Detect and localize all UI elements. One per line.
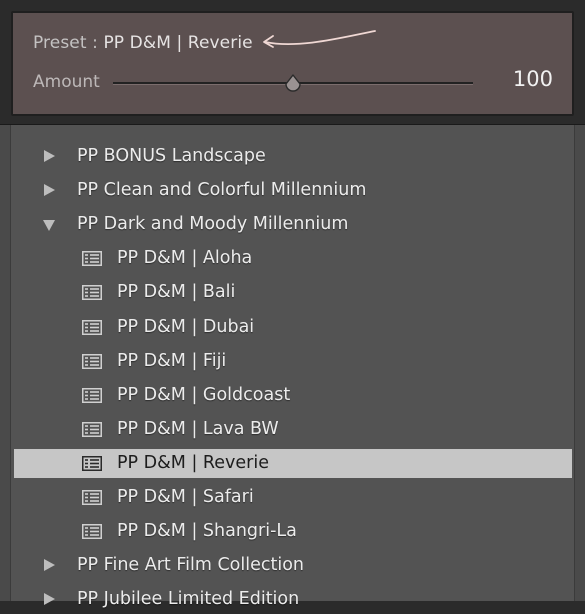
preset-list-icon [82,251,102,267]
tree-preset-label: PP D&M | Lava BW [117,418,279,439]
amount-value[interactable]: 100 [513,67,553,91]
preset-line: Preset : PP D&M | Reverie [33,33,253,53]
triangle-right-icon[interactable] [44,184,55,197]
preset-list-icon [82,421,102,437]
triangle-right-icon[interactable] [44,150,55,162]
tree-folder-row[interactable]: PP Clean and Colorful Millennium [14,176,572,205]
preset-list-icon [82,285,102,301]
tree-preset-label: PP D&M | Safari [117,487,254,507]
tree-folder-row[interactable]: PP Fine Art Film Collection [14,551,572,580]
triangle-right-icon[interactable] [44,559,55,572]
preset-list-icon [82,455,102,471]
triangle-down-icon[interactable] [43,220,55,232]
tree-preset-label: PP D&M | Dubai [117,316,255,337]
tree-folder-label: PP Clean and Colorful Millennium [77,180,367,201]
preset-tree-panel: PP BONUS Landscape PP Clean and Colorful … [0,124,585,609]
tree-folder-row[interactable]: PP Dark and Moody Millennium [14,210,572,239]
triangle-right-icon[interactable] [44,593,55,606]
tree-preset-row[interactable]: PP D&M | Goldcoast [14,381,572,410]
amount-label: Amount [33,72,100,92]
preset-name: PP D&M | Reverie [103,33,253,53]
tree-folder-label: PP Fine Art Film Collection [77,555,305,576]
tree-preset-label: PP D&M | Fiji [117,350,227,371]
tree-folder-label: PP Jubilee Limited Edition [77,589,300,610]
tree-preset-label: PP D&M | Goldcoast [117,384,291,405]
tree-preset-row[interactable]: PP D&M | Dubai [14,313,572,342]
tree-folder-label: PP Dark and Moody Millennium [77,214,349,235]
tree-preset-label: PP D&M | Bali [117,282,236,303]
tree-preset-row[interactable]: PP D&M | Bali [14,278,572,307]
preset-list-icon [82,319,102,335]
tree-preset-label: PP D&M | Aloha [117,248,253,269]
preset-panel: Preset : PP D&M | Reverie Amount 100 [11,11,574,116]
tree-preset-row[interactable]: PP D&M | Fiji [14,347,572,376]
preset-list-icon [82,524,102,540]
preset-list-icon [82,353,102,369]
preset-list-icon [82,490,102,505]
tree-preset-label: PP D&M | Shangri-La [117,521,297,542]
amount-slider-thumb[interactable] [283,73,303,93]
tree-folder-row[interactable]: PP BONUS Landscape [14,142,572,171]
preset-prefix: Preset : [33,33,104,53]
tree-preset-row[interactable]: PP D&M | Safari [14,483,572,512]
tree-preset-row[interactable]: PP D&M | Lava BW [14,415,572,444]
tree-folder-label: PP BONUS Landscape [77,146,266,166]
preset-list-icon [82,387,102,403]
curved-arrow-icon [263,30,376,48]
tree-preset-label: PP D&M | Reverie [117,452,269,473]
tree-preset-row[interactable]: PP D&M | Reverie [14,448,572,478]
tree-preset-row[interactable]: PP D&M | Shangri-La [14,517,572,546]
tree-preset-row[interactable]: PP D&M | Aloha [14,244,572,273]
